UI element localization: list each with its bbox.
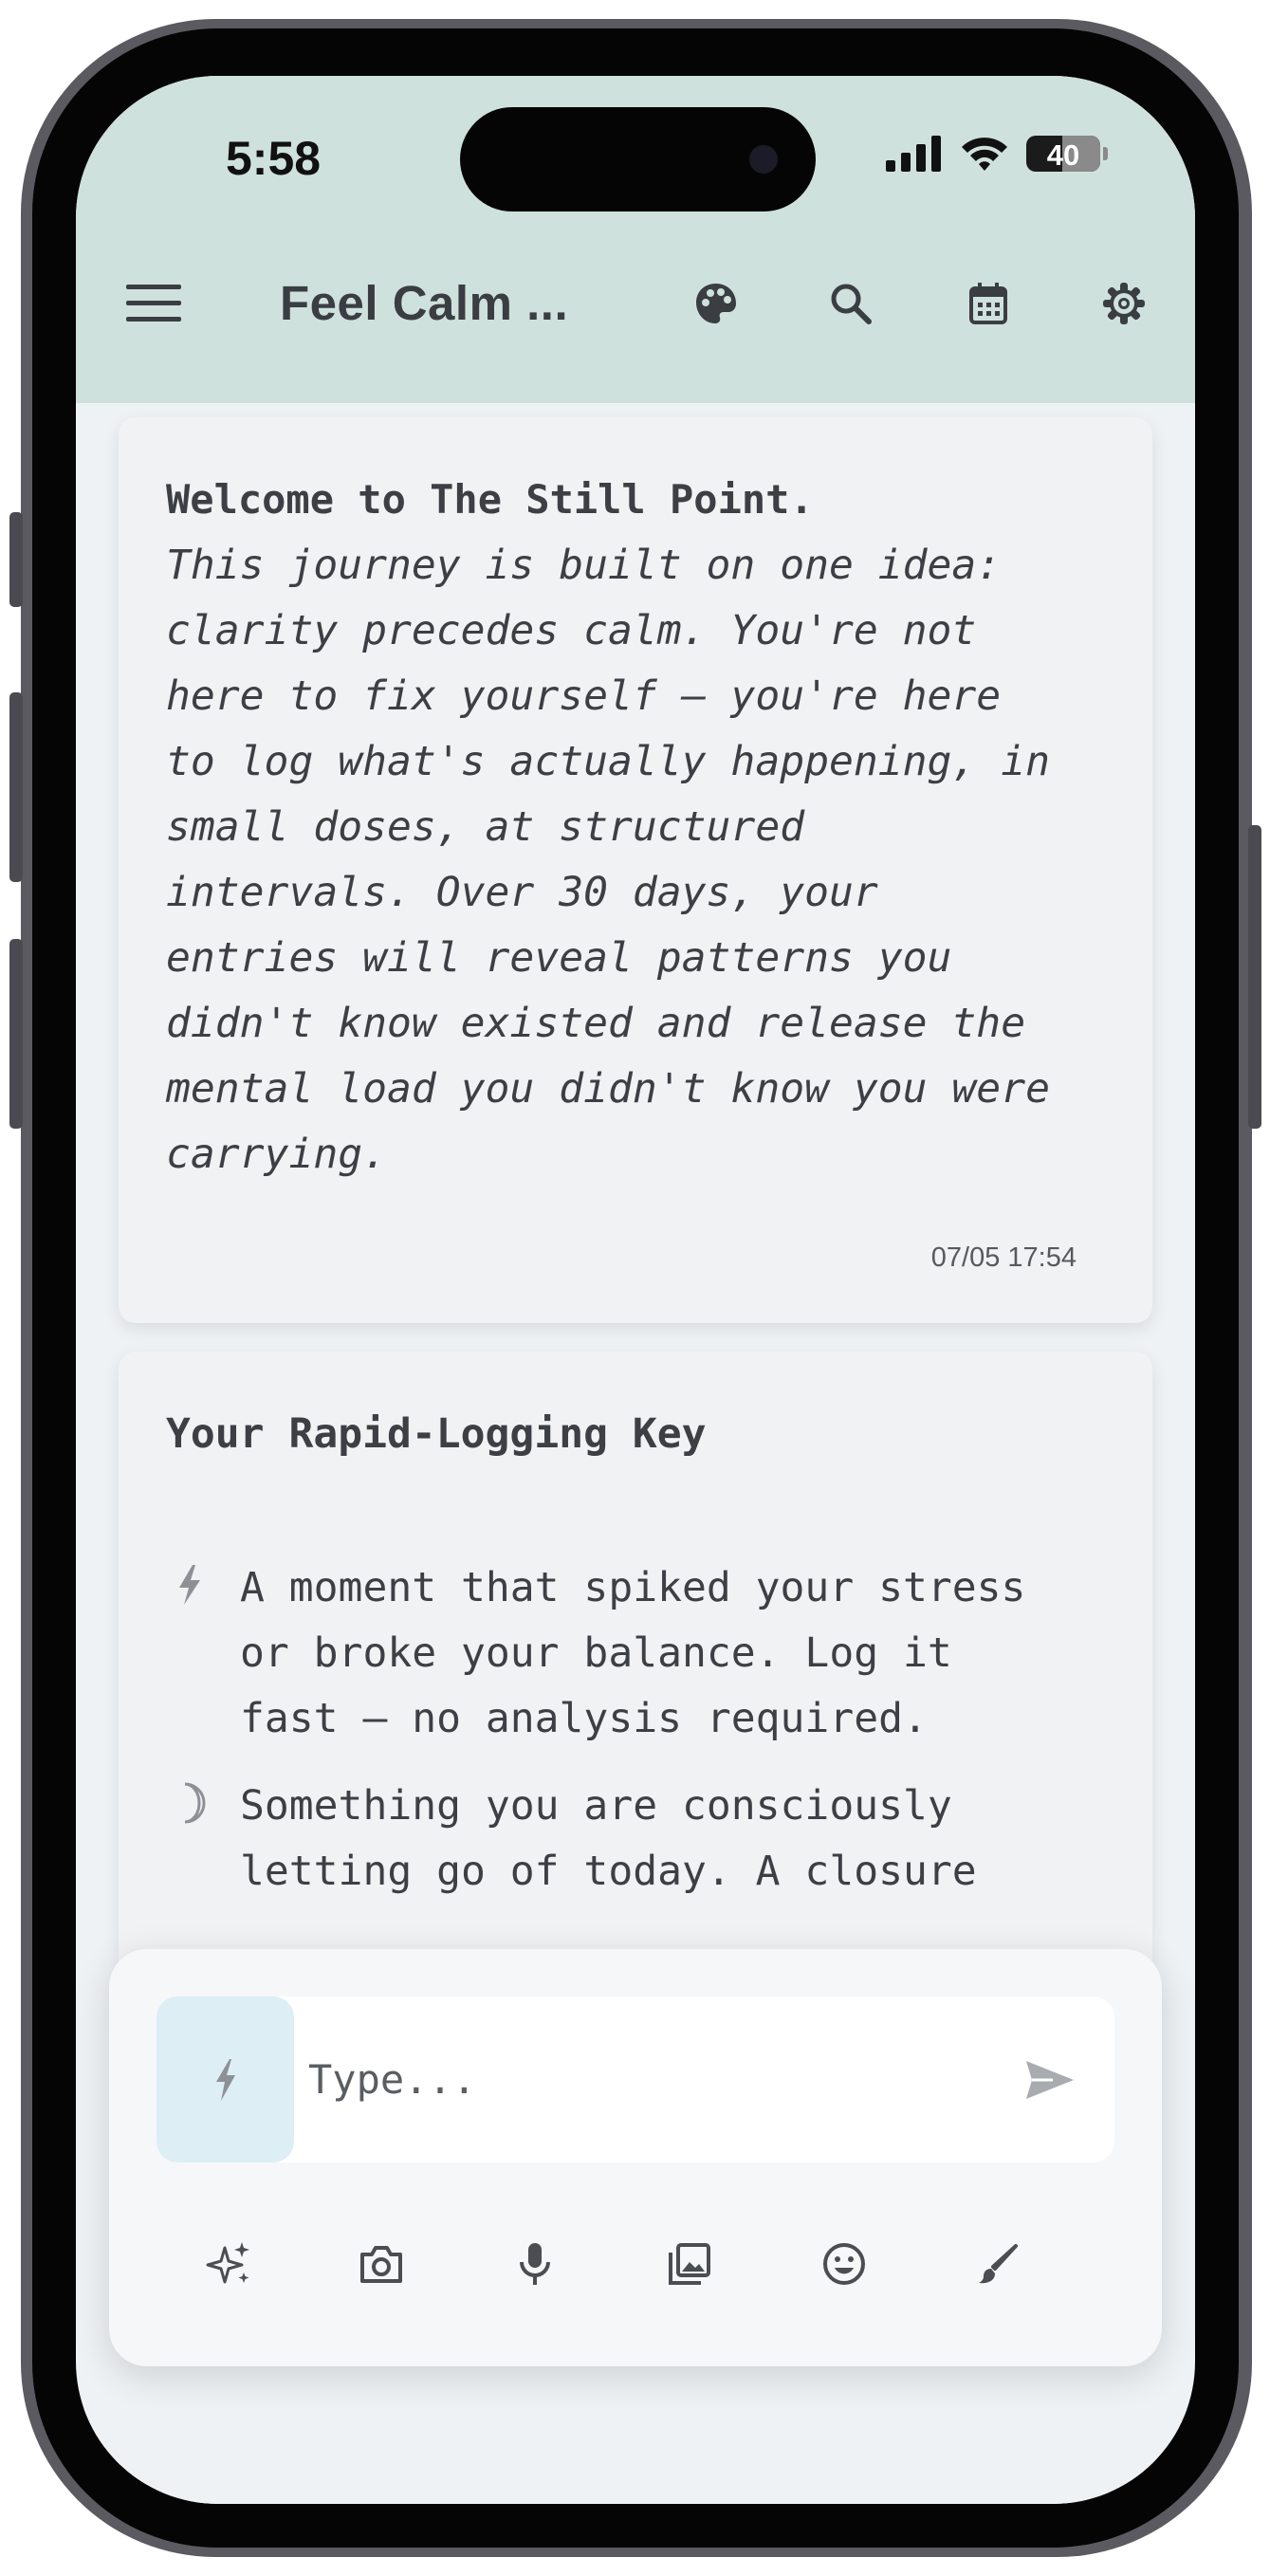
bolt-icon	[166, 1561, 213, 1609]
moon-icon	[166, 1779, 213, 1827]
calendar-icon[interactable]	[960, 275, 1017, 332]
wifi-icon	[962, 138, 1007, 171]
entry-title: Welcome to The Still Point.	[166, 476, 814, 523]
composer	[109, 1949, 1162, 2366]
camera-icon	[749, 145, 778, 174]
action-button	[9, 512, 23, 607]
battery-level: 40	[1046, 138, 1080, 172]
entry-type-button[interactable]	[156, 1996, 294, 2162]
app-header: 5:58 40 Feel Calm ...	[76, 76, 1195, 403]
send-icon[interactable]	[1022, 2052, 1078, 2108]
bolt-icon	[215, 2058, 235, 2101]
app-title: Feel Calm ...	[280, 276, 569, 330]
settings-icon[interactable]	[1095, 275, 1152, 332]
input-row	[156, 1996, 1114, 2162]
bottom-area	[76, 2409, 1195, 2504]
sparkle-icon[interactable]	[199, 2234, 260, 2294]
brush-icon[interactable]	[967, 2234, 1028, 2294]
volume-down-button	[9, 939, 23, 1129]
key-card-title: Your Rapid-Logging Key	[166, 1410, 707, 1458]
screen: 5:58 40 Feel Calm ... Welcome to The Sti…	[76, 76, 1195, 2504]
battery-icon: 40	[1026, 136, 1108, 172]
entry-body: This journey is built on one idea: clarit…	[166, 542, 1050, 1178]
status-time: 5:58	[226, 132, 322, 185]
search-icon[interactable]	[822, 275, 879, 332]
list-item-text: Something you are consciously letting go …	[240, 1782, 977, 1895]
dynamic-island	[460, 107, 816, 212]
status-icons: 40	[886, 135, 1108, 173]
list-item-text: A moment that spiked your stress or broke…	[240, 1564, 1026, 1742]
power-button	[1248, 825, 1261, 1129]
message-input[interactable]	[308, 1996, 972, 2162]
composer-toolbar	[199, 2234, 1072, 2300]
cellular-signal-icon	[886, 136, 941, 172]
journal-entry-card[interactable]: Welcome to The Still Point. This journey…	[119, 417, 1152, 1323]
gallery-icon[interactable]	[659, 2234, 720, 2294]
menu-icon[interactable]	[125, 275, 182, 332]
list-item: A moment that spiked your stress or broke…	[166, 1555, 1114, 1755]
camera-icon[interactable]	[351, 2234, 412, 2294]
palette-icon[interactable]	[688, 275, 745, 332]
emoji-icon[interactable]	[814, 2234, 874, 2294]
entry-timestamp: 07/05 17:54	[930, 1242, 1077, 1273]
volume-up-button	[9, 692, 23, 882]
list-item: Something you are consciously letting go …	[166, 1774, 1114, 1906]
microphone-icon[interactable]	[505, 2234, 565, 2294]
